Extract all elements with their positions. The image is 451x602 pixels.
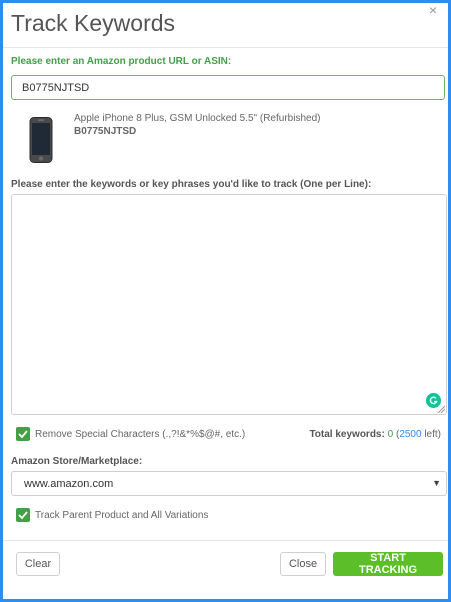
track-keywords-modal: Track Keywords × Please enter an Amazon …	[0, 0, 451, 602]
marketplace-select[interactable]: www.amazon.com ▼	[11, 471, 447, 496]
product-name: Apple iPhone 8 Plus, GSM Unlocked 5.5" (…	[74, 113, 321, 124]
total-keywords-count: 0	[387, 429, 394, 440]
modal-title: Track Keywords	[11, 10, 176, 36]
close-icon[interactable]: ×	[429, 2, 437, 18]
close-button[interactable]: Close	[280, 552, 326, 576]
modal-header: Track Keywords ×	[3, 2, 448, 48]
marketplace-selected: www.amazon.com	[24, 478, 114, 490]
keywords-left-suffix: left)	[421, 429, 441, 440]
total-keywords-label: Total keywords:	[309, 429, 385, 440]
checkmark-icon	[18, 511, 28, 520]
caret-down-icon: ▼	[432, 478, 441, 488]
keywords-textarea[interactable]	[11, 194, 447, 415]
start-tracking-button[interactable]: START TRACKING	[333, 552, 443, 576]
checkmark-icon	[18, 430, 28, 439]
keywords-label: Please enter the keywords or key phrases…	[11, 179, 372, 190]
resize-handle-icon[interactable]	[437, 405, 445, 413]
asin-label: Please enter an Amazon product URL or AS…	[11, 56, 232, 67]
track-parent-checkbox[interactable]	[16, 508, 30, 522]
remove-special-checkbox[interactable]	[16, 427, 30, 441]
track-parent-label: Track Parent Product and All Variations	[35, 510, 209, 521]
keywords-left-count: 2500	[399, 429, 422, 440]
phone-thumbnail-icon	[29, 117, 53, 163]
marketplace-label: Amazon Store/Marketplace:	[11, 456, 143, 467]
asin-input[interactable]	[11, 75, 445, 100]
remove-special-label: Remove Special Characters (.,?!&*%$@#, e…	[35, 429, 246, 440]
footer-divider	[3, 540, 448, 541]
product-asin: B0775NJTSD	[74, 126, 137, 137]
clear-button[interactable]: Clear	[16, 552, 60, 576]
total-keywords: Total keywords: 0 (2500 left)	[309, 429, 441, 440]
